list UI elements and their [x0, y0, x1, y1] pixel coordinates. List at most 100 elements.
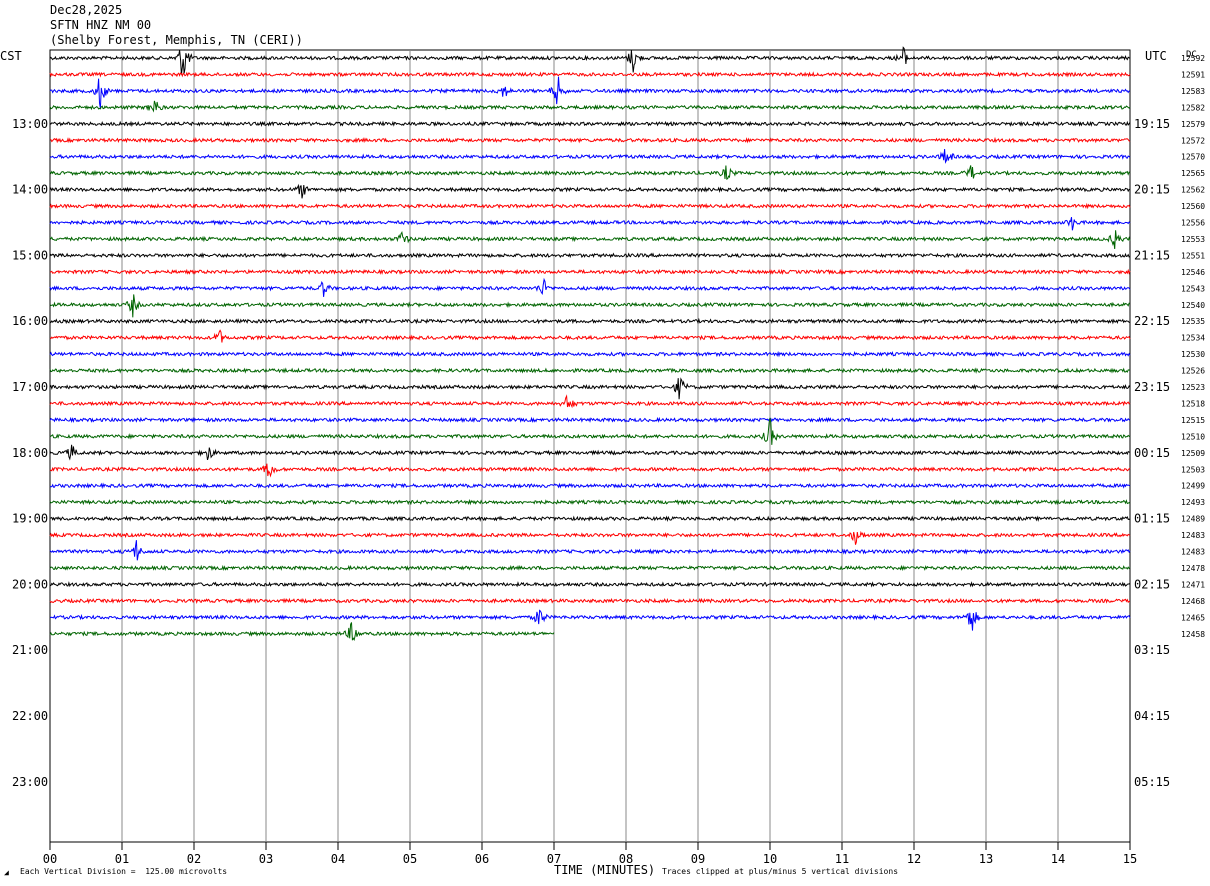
x-tick-label: 12 — [907, 852, 921, 866]
trace-dc-value: 12579 — [1181, 120, 1205, 129]
seismic-trace — [49, 46, 1131, 75]
x-tick-label: 01 — [115, 852, 129, 866]
cst-hour-label: 13:00 — [12, 117, 48, 131]
x-tick-label: 04 — [331, 852, 345, 866]
seismic-trace — [49, 120, 1131, 128]
utc-hour-label: 04:15 — [1134, 709, 1170, 723]
trace-dc-value: 12583 — [1181, 87, 1205, 96]
seismic-trace — [49, 277, 1131, 297]
trace-dc-value: 12565 — [1181, 169, 1205, 178]
cst-hour-label: 19:00 — [12, 512, 48, 526]
x-tick-label: 00 — [43, 852, 57, 866]
trace-dc-value: 12483 — [1181, 531, 1205, 540]
seismic-trace — [49, 444, 1130, 461]
seismic-trace — [49, 564, 1131, 572]
cst-hour-label: 16:00 — [12, 314, 48, 328]
seismic-trace — [49, 268, 1131, 276]
trace-dc-value: 12535 — [1181, 317, 1205, 326]
cst-hour-label: 21:00 — [12, 643, 48, 657]
trace-dc-value: 12458 — [1181, 630, 1205, 639]
utc-hour-label: 19:15 — [1134, 117, 1170, 131]
cst-hour-label: 15:00 — [12, 248, 48, 262]
cst-hour-label: 22:00 — [12, 709, 48, 723]
seismic-trace — [49, 622, 555, 641]
clip-note: Traces clipped at plus/minus 5 vertical … — [662, 867, 899, 876]
utc-hour-label: 01:15 — [1134, 512, 1170, 526]
trace-dc-value: 12591 — [1181, 70, 1205, 79]
trace-dc-value: 12572 — [1181, 136, 1205, 145]
seismic-trace — [50, 515, 1131, 522]
trace-dc-value: 12592 — [1181, 54, 1205, 63]
trace-dc-value: 12523 — [1181, 383, 1205, 392]
utc-hour-label: 00:15 — [1134, 446, 1170, 460]
trace-dc-value: 12560 — [1181, 202, 1205, 211]
seismic-trace — [49, 202, 1131, 210]
trace-dc-value: 12553 — [1181, 235, 1205, 244]
trace-dc-value: 12509 — [1181, 449, 1205, 458]
seismic-trace — [49, 482, 1131, 490]
trace-dc-value: 12570 — [1181, 153, 1205, 162]
x-tick-label: 14 — [1051, 852, 1065, 866]
trace-dc-value: 12540 — [1181, 301, 1205, 310]
seismic-trace — [49, 416, 1131, 424]
trace-dc-value: 12546 — [1181, 268, 1205, 277]
x-axis-title: TIME (MINUTES) — [554, 863, 656, 877]
trace-dc-value: 12510 — [1181, 432, 1205, 441]
seismic-trace — [49, 100, 1131, 113]
utc-hour-label: 21:15 — [1134, 248, 1170, 262]
cst-hour-label: 17:00 — [12, 380, 48, 394]
trace-dc-value: 12515 — [1181, 416, 1205, 425]
utc-hour-label: 02:15 — [1134, 577, 1170, 591]
trace-dc-value: 12489 — [1181, 515, 1205, 524]
utc-hour-label: 03:15 — [1134, 643, 1170, 657]
utc-hour-label: 20:15 — [1134, 183, 1170, 197]
cst-hour-label: 18:00 — [12, 446, 48, 460]
trace-dc-value: 12551 — [1181, 251, 1205, 260]
seismic-trace — [49, 377, 1131, 400]
utc-hour-label: 05:15 — [1134, 775, 1170, 789]
trace-dc-value: 12503 — [1181, 465, 1205, 474]
utc-hour-label: 22:15 — [1134, 314, 1170, 328]
cst-hour-label: 20:00 — [12, 577, 48, 591]
seismogram-plot: 00 01 02 03 04 05 06 07 08 09 10 11 12 13 14 1513:0014:… — [12, 46, 1205, 866]
seismic-trace — [49, 230, 1131, 250]
seismic-trace — [49, 216, 1131, 231]
trace-dc-value: 12556 — [1181, 219, 1205, 228]
x-tick-label: 10 — [763, 852, 777, 866]
seismic-trace — [49, 76, 1131, 109]
cst-hour-label: 23:00 — [12, 775, 48, 789]
seismic-trace — [49, 367, 1131, 374]
seismic-trace — [49, 394, 1131, 409]
trace-dc-value: 12518 — [1181, 399, 1205, 408]
x-tick-label: 05 — [403, 852, 417, 866]
seismic-trace — [49, 463, 1131, 478]
cst-hour-label: 14:00 — [12, 183, 48, 197]
trace-dc-value: 12530 — [1181, 350, 1205, 359]
trace-dc-value: 12543 — [1181, 284, 1205, 293]
seismic-trace — [49, 540, 1131, 561]
seismic-trace — [49, 317, 1131, 325]
trace-dc-value: 12465 — [1181, 613, 1205, 622]
seismic-trace — [49, 581, 1131, 588]
seismic-trace — [49, 597, 1131, 605]
x-tick-label: 09 — [691, 852, 705, 866]
trace-dc-value: 12562 — [1181, 186, 1205, 195]
utc-hour-label: 23:15 — [1134, 380, 1170, 394]
seismic-trace — [49, 165, 1131, 180]
seismic-trace — [49, 350, 1131, 358]
x-tick-label: 13 — [979, 852, 993, 866]
trace-dc-value: 12534 — [1181, 334, 1205, 343]
trace-dc-value: 12468 — [1181, 597, 1205, 606]
seismic-trace — [49, 183, 1131, 199]
trace-dc-value: 12471 — [1181, 580, 1205, 589]
scale-note-icon: ◢ — [4, 868, 9, 877]
trace-dc-value: 12582 — [1181, 103, 1205, 112]
seismic-trace — [49, 252, 1131, 259]
seismic-trace — [49, 530, 1131, 545]
seismic-trace — [49, 329, 1131, 343]
x-tick-label: 02 — [187, 852, 201, 866]
trace-dc-value: 12483 — [1181, 548, 1205, 557]
seismic-trace — [49, 609, 1131, 631]
seismic-trace — [49, 294, 1131, 318]
trace-dc-value: 12478 — [1181, 564, 1205, 573]
